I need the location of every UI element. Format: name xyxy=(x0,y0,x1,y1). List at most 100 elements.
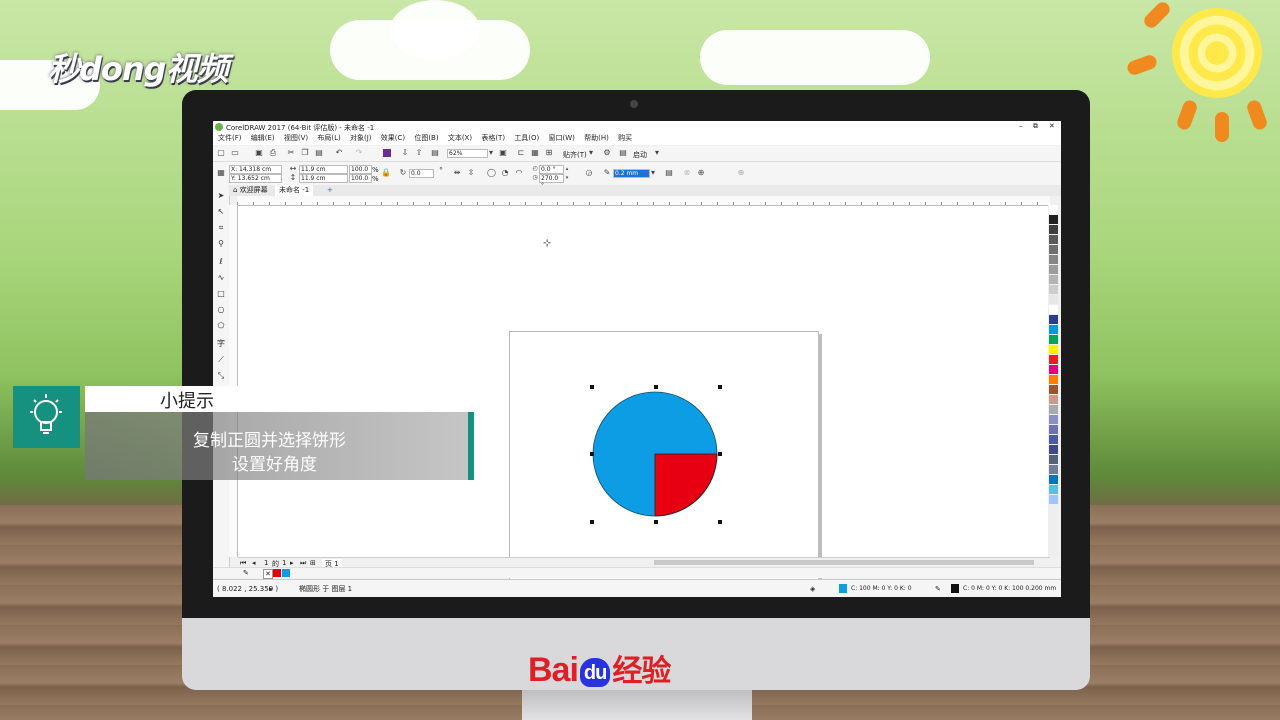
menu-object[interactable]: 对象(J) xyxy=(350,133,372,143)
options-gear-icon[interactable]: ⚙ xyxy=(603,149,611,157)
pick-tool-icon[interactable]: ➤ xyxy=(216,191,226,201)
horizontal-scrollbar[interactable] xyxy=(654,560,1034,565)
outline-width-field[interactable]: 0.2 mm xyxy=(613,169,650,178)
red-swatch[interactable] xyxy=(273,569,281,577)
menu-view[interactable]: 视图(V) xyxy=(284,133,308,143)
palette-swatch[interactable] xyxy=(1049,365,1058,374)
palette-swatch[interactable] xyxy=(1049,375,1058,384)
chevron-down-icon[interactable]: ▾ xyxy=(487,149,495,157)
palette-swatch[interactable] xyxy=(1049,295,1058,304)
end-angle-field[interactable]: 270.0 ° xyxy=(539,174,564,189)
eyedropper-icon[interactable]: ✎ xyxy=(243,569,249,577)
restore-button[interactable]: ⧉ xyxy=(1033,122,1038,131)
zoom-level-field[interactable]: 62% xyxy=(447,149,488,158)
rotation-field[interactable]: 0.0 xyxy=(409,169,434,178)
palette-swatch[interactable] xyxy=(1049,205,1058,214)
palette-swatch[interactable] xyxy=(1049,355,1058,364)
palette-swatch[interactable] xyxy=(1049,425,1058,434)
zoom-tool-icon[interactable]: ⚲ xyxy=(216,239,226,249)
palette-swatch[interactable] xyxy=(1049,455,1058,464)
minimize-button[interactable]: – xyxy=(1019,122,1023,130)
change-direction-icon[interactable]: ◶ xyxy=(585,169,593,177)
y-position-field[interactable]: Y: 13.652 cm xyxy=(229,174,282,183)
print-icon[interactable]: ⎙ xyxy=(269,149,277,157)
palette-swatch[interactable] xyxy=(1049,445,1058,454)
palette-swatch[interactable] xyxy=(1049,475,1058,484)
palette-swatch[interactable] xyxy=(1049,225,1058,234)
pie-slice[interactable] xyxy=(654,453,718,517)
menu-layout[interactable]: 布局(L) xyxy=(317,133,340,143)
next-page-icon[interactable]: ▸ xyxy=(290,559,294,567)
arc-icon[interactable]: ◠ xyxy=(515,169,523,177)
spin-up-icon[interactable]: ▴ xyxy=(563,165,571,173)
pie-shape[interactable] xyxy=(592,386,732,526)
tab-document[interactable]: 未命名 -1 xyxy=(275,185,314,196)
connector-tool-icon[interactable]: ⤡ xyxy=(216,371,226,381)
palette-swatch[interactable] xyxy=(1049,245,1058,254)
new-document-icon[interactable]: ▢ xyxy=(217,149,225,157)
ellipse-tool-icon[interactable]: ○ xyxy=(216,305,226,315)
search-content-icon[interactable] xyxy=(383,149,391,157)
menu-edit[interactable]: 编辑(E) xyxy=(251,133,275,143)
x-position-field[interactable]: X: 14.318 cm xyxy=(229,165,282,174)
width-field[interactable]: 11.9 cm xyxy=(299,165,348,174)
palette-swatch[interactable] xyxy=(1049,405,1058,414)
pie-icon[interactable]: ◔ xyxy=(501,169,509,177)
palette-swatch[interactable] xyxy=(1049,335,1058,344)
text-tool-icon[interactable]: 字 xyxy=(216,339,226,349)
launch-icon[interactable]: ▤ xyxy=(619,149,627,157)
palette-swatch[interactable] xyxy=(1049,395,1058,404)
start-angle-field[interactable]: 0.0 ° xyxy=(539,165,564,174)
menu-buy[interactable]: 购买 xyxy=(618,133,632,143)
artistic-media-icon[interactable]: ∿ xyxy=(216,273,226,283)
rectangle-tool-icon[interactable]: □ xyxy=(216,289,226,299)
drawing-canvas[interactable]: ⊹ xyxy=(238,206,1050,597)
add-tab-button[interactable]: + xyxy=(327,186,333,194)
prev-page-icon[interactable]: ◂ xyxy=(252,559,256,567)
freehand-tool-icon[interactable]: ℓ xyxy=(216,257,226,267)
full-screen-icon[interactable]: ▣ xyxy=(499,149,507,157)
polygon-tool-icon[interactable]: ⬠ xyxy=(216,321,226,331)
export-icon[interactable]: ⇧ xyxy=(415,149,423,157)
guides-icon[interactable]: ⊞ xyxy=(545,149,553,157)
selection-handle[interactable] xyxy=(718,452,722,456)
mirror-horizontal-icon[interactable]: ⇹ xyxy=(453,169,461,177)
grid-icon[interactable]: ▦ xyxy=(531,149,539,157)
copy-icon[interactable]: ❐ xyxy=(301,149,309,157)
scale-x-field[interactable]: 100.0 xyxy=(349,165,372,174)
selection-handle[interactable] xyxy=(590,520,594,524)
chevron-down-icon[interactable]: ▾ xyxy=(649,169,657,177)
menu-help[interactable]: 帮助(H) xyxy=(584,133,609,143)
redo-icon[interactable]: ↷ xyxy=(355,149,363,157)
combine-icon[interactable]: ⊕ xyxy=(697,169,705,177)
publish-pdf-icon[interactable]: ▤ xyxy=(431,149,439,157)
height-field[interactable]: 11.9 cm xyxy=(299,174,348,183)
scale-y-field[interactable]: 100.0 xyxy=(349,174,372,183)
palette-swatch[interactable] xyxy=(1049,305,1058,314)
menu-tools[interactable]: 工具(O) xyxy=(514,133,539,143)
palette-swatch[interactable] xyxy=(1049,415,1058,424)
palette-swatch[interactable] xyxy=(1049,235,1058,244)
palette-swatch[interactable] xyxy=(1049,435,1058,444)
selection-handle[interactable] xyxy=(654,385,658,389)
palette-swatch[interactable] xyxy=(1049,485,1058,494)
selection-handle[interactable] xyxy=(718,385,722,389)
palette-swatch[interactable] xyxy=(1049,325,1058,334)
blue-swatch[interactable] xyxy=(282,569,290,577)
close-button[interactable]: ✕ xyxy=(1049,122,1055,130)
menu-bitmaps[interactable]: 位图(B) xyxy=(414,133,438,143)
open-icon[interactable]: ▭ xyxy=(231,149,239,157)
convert-to-curves-icon[interactable]: ⊗ xyxy=(683,169,691,177)
palette-swatch[interactable] xyxy=(1049,215,1058,224)
shape-tool-icon[interactable]: ↖ xyxy=(216,207,226,217)
selection-handle[interactable] xyxy=(590,452,594,456)
palette-swatch[interactable] xyxy=(1049,495,1058,504)
paste-icon[interactable]: ▤ xyxy=(315,149,323,157)
wrap-text-icon[interactable]: ▤ xyxy=(665,169,673,177)
palette-swatch[interactable] xyxy=(1049,345,1058,354)
menu-text[interactable]: 文本(X) xyxy=(448,133,472,143)
mirror-vertical-icon[interactable]: ⇳ xyxy=(467,169,475,177)
palette-swatch[interactable] xyxy=(1049,315,1058,324)
no-color-swatch[interactable]: ✕ xyxy=(263,569,273,579)
spin-down-icon[interactable]: ▾ xyxy=(563,174,571,182)
